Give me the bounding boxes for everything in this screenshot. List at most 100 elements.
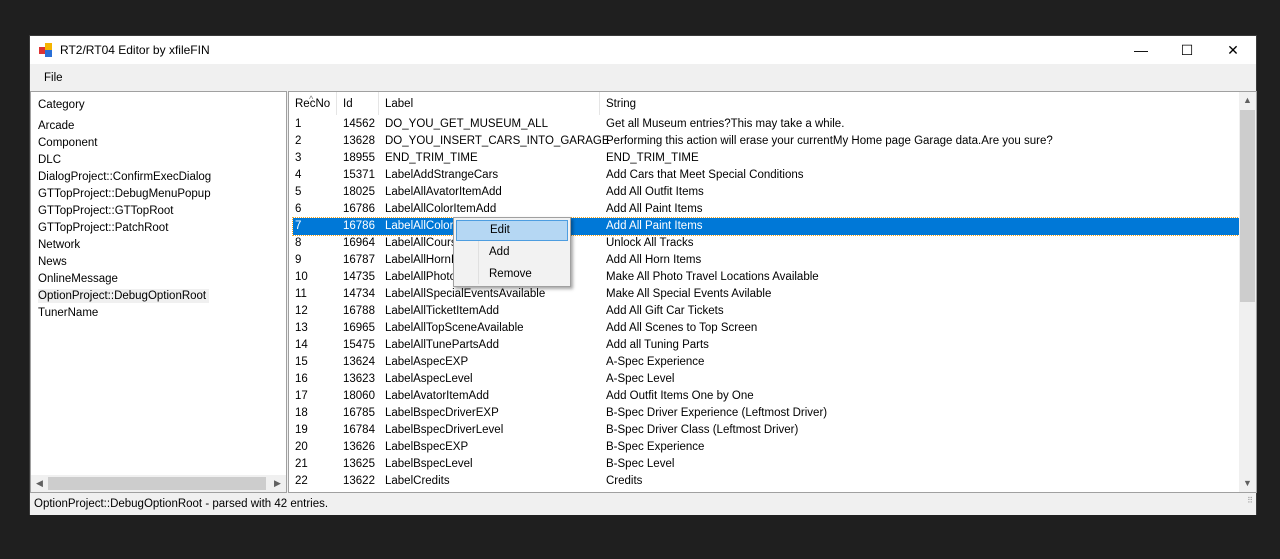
table-row[interactable]: 13 16965 LabelAllTopSceneAvailable Add All … xyxy=(293,320,1239,337)
column-header-id[interactable]: Id xyxy=(337,92,379,115)
id-cell: 16787 xyxy=(343,254,375,266)
table-row[interactable]: 5 18025 LabelAllAvatorItemAdd Add All Outfi… xyxy=(293,184,1239,201)
menu-file[interactable]: File xyxy=(35,72,72,84)
scroll-up-icon[interactable]: ▲ xyxy=(1239,92,1256,109)
string-cell: Performing this action will erase your c… xyxy=(606,135,1053,147)
context-menu-edit[interactable]: Edit xyxy=(456,220,568,241)
column-header-string[interactable]: String xyxy=(600,92,1239,115)
table-row[interactable]: 14 15475 LabelAllTunePartsAdd Add all Tunin… xyxy=(293,337,1239,354)
category-item-label: GTTopProject::GTTopRoot xyxy=(38,205,174,217)
scroll-left-icon[interactable]: ◀ xyxy=(31,475,48,492)
category-item[interactable]: OnlineMessage xyxy=(31,271,286,288)
label-cell: LabelAllTunePartsAdd xyxy=(385,339,500,351)
label-cell: LabelBspecDriverLevel xyxy=(385,424,504,436)
table-row[interactable]: 17 18060 LabelAvatorItemAdd Add Outfit Item… xyxy=(293,388,1239,405)
string-cell: Add Outfit Items One by One xyxy=(606,390,754,402)
table-row[interactable]: 7 16786 LabelAllColorIte Add All Paint Item… xyxy=(292,217,1240,236)
id-cell: 14735 xyxy=(343,271,375,283)
recno-cell: 6 xyxy=(295,203,302,215)
label-cell: LabelAllSpecialEventsAvailable xyxy=(385,288,546,300)
table-row[interactable]: 1 14562 DO_YOU_GET_MUSEUM_ALL Get all Museu… xyxy=(293,116,1239,133)
label-cell: LabelAllColorItemAdd xyxy=(385,203,497,215)
column-header-label[interactable]: Label xyxy=(379,92,600,115)
id-cell: 16785 xyxy=(343,407,375,419)
table-row[interactable]: 6 16786 LabelAllColorItemAdd Add All Paint … xyxy=(293,201,1239,218)
table-row[interactable]: 11 14734 LabelAllSpecialEventsAvailable Mak… xyxy=(293,286,1239,303)
entries-table[interactable]: ^ RecNo Id Label String 1 14562 DO_YOU_GET_… xyxy=(288,91,1257,493)
string-cell: Add Cars that Meet Special Conditions xyxy=(606,169,804,181)
category-item[interactable]: TunerName xyxy=(31,305,286,322)
minimize-button[interactable]: — xyxy=(1118,36,1164,64)
id-cell: 13624 xyxy=(343,356,375,368)
category-item[interactable]: Network xyxy=(31,237,286,254)
table-row[interactable]: 9 16787 LabelAllHornIte Add All Horn Items xyxy=(293,252,1239,269)
string-cell: Add All Horn Items xyxy=(606,254,702,266)
table-row[interactable]: 12 16788 LabelAllTicketItemAdd Add All Gift… xyxy=(293,303,1239,320)
table-row[interactable]: 18 16785 LabelBspecDriverEXP B-Spec Driver … xyxy=(293,405,1239,422)
string-cell: Add all Tuning Parts xyxy=(606,339,709,351)
window-title: RT2/RT04 Editor by xfileFIN xyxy=(60,43,210,57)
category-item-label: News xyxy=(38,256,67,268)
horizontal-scrollbar[interactable]: ◀ ▶ xyxy=(31,475,286,492)
context-menu-remove[interactable]: Remove xyxy=(456,264,568,285)
status-text: OptionProject::DebugOptionRoot - parsed … xyxy=(34,498,329,510)
resize-grip-icon[interactable]: ⠿ xyxy=(1247,490,1253,512)
id-cell: 13623 xyxy=(343,373,375,385)
table-row[interactable]: 21 13625 LabelBspecLevel B-Spec Level xyxy=(293,456,1239,473)
table-row[interactable]: 2 13628 DO_YOU_INSERT_CARS_INTO_GARAGE Perf… xyxy=(293,133,1239,150)
column-header-recno[interactable]: ^ RecNo xyxy=(289,92,337,115)
id-cell: 18060 xyxy=(343,390,375,402)
recno-cell: 14 xyxy=(295,339,308,351)
vertical-scrollbar[interactable]: ▲ ▼ xyxy=(1239,92,1256,492)
label-cell: END_TRIM_TIME xyxy=(385,152,478,164)
table-row[interactable]: 15 13624 LabelAspecEXP A-Spec Experience xyxy=(293,354,1239,371)
table-row[interactable]: 20 13626 LabelBspecEXP B-Spec Experience xyxy=(293,439,1239,456)
string-cell: Unlock All Tracks xyxy=(606,237,694,249)
table-row[interactable]: 4 15371 LabelAddStrangeCars Add Cars that M… xyxy=(293,167,1239,184)
label-cell: LabelBspecEXP xyxy=(385,441,469,453)
scroll-right-icon[interactable]: ▶ xyxy=(269,475,286,492)
label-cell: LabelAvatorItemAdd xyxy=(385,390,489,402)
editor-window: RT2/RT04 Editor by xfileFIN — ☐ ✕ File C… xyxy=(29,35,1257,515)
recno-cell: 7 xyxy=(295,220,302,232)
recno-cell: 10 xyxy=(295,271,308,283)
app-icon xyxy=(39,43,53,57)
id-cell: 15475 xyxy=(343,339,375,351)
label-cell: DO_YOU_GET_MUSEUM_ALL xyxy=(385,118,548,130)
table-row[interactable]: 8 16964 LabelAllCourse Unlock All Tracks xyxy=(293,235,1239,252)
category-item-label: OptionProject::DebugOptionRoot xyxy=(38,289,210,303)
label-cell: LabelBspecDriverEXP xyxy=(385,407,499,419)
category-item-label: DialogProject::ConfirmExecDialog xyxy=(38,171,212,183)
maximize-button[interactable]: ☐ xyxy=(1164,36,1210,64)
string-cell: B-Spec Level xyxy=(606,458,675,470)
category-item[interactable]: GTTopProject::DebugMenuPopup xyxy=(31,186,286,203)
scroll-thumb[interactable] xyxy=(48,477,266,490)
category-item[interactable]: Component xyxy=(31,135,286,152)
label-cell: LabelAddStrangeCars xyxy=(385,169,499,181)
title-bar: RT2/RT04 Editor by xfileFIN — ☐ ✕ xyxy=(30,36,1256,64)
close-button[interactable]: ✕ xyxy=(1210,36,1256,64)
category-item-label: OnlineMessage xyxy=(38,273,118,285)
recno-cell: 8 xyxy=(295,237,302,249)
recno-cell: 9 xyxy=(295,254,302,266)
recno-cell: 21 xyxy=(295,458,308,470)
table-row[interactable]: 10 14735 LabelAllPhotoL Make All Photo Trav… xyxy=(293,269,1239,286)
table-row[interactable]: 3 18955 END_TRIM_TIME END_TRIM_TIME xyxy=(293,150,1239,167)
id-cell: 16786 xyxy=(343,203,375,215)
table-row[interactable]: 19 16784 LabelBspecDriverLevel B-Spec Drive… xyxy=(293,422,1239,439)
scroll-thumb[interactable] xyxy=(1240,110,1255,302)
category-item[interactable]: OptionProject::DebugOptionRoot xyxy=(31,288,286,305)
category-item[interactable]: GTTopProject::GTTopRoot xyxy=(31,203,286,220)
category-item[interactable]: News xyxy=(31,254,286,271)
table-row[interactable]: 22 13622 LabelCredits Credits xyxy=(293,473,1239,490)
label-cell: LabelAllHornIte xyxy=(385,254,464,266)
category-list[interactable]: Category Arcade Component DLC DialogProject… xyxy=(30,91,287,493)
label-cell: DO_YOU_INSERT_CARS_INTO_GARAGE xyxy=(385,135,610,147)
context-menu-add[interactable]: Add xyxy=(456,242,568,263)
category-item[interactable]: DLC xyxy=(31,152,286,169)
category-item[interactable]: DialogProject::ConfirmExecDialog xyxy=(31,169,286,186)
category-item[interactable]: Arcade xyxy=(31,118,286,135)
table-row[interactable]: 16 13623 LabelAspecLevel A-Spec Level xyxy=(293,371,1239,388)
category-item[interactable]: GTTopProject::PatchRoot xyxy=(31,220,286,237)
category-header[interactable]: Category xyxy=(38,99,85,111)
